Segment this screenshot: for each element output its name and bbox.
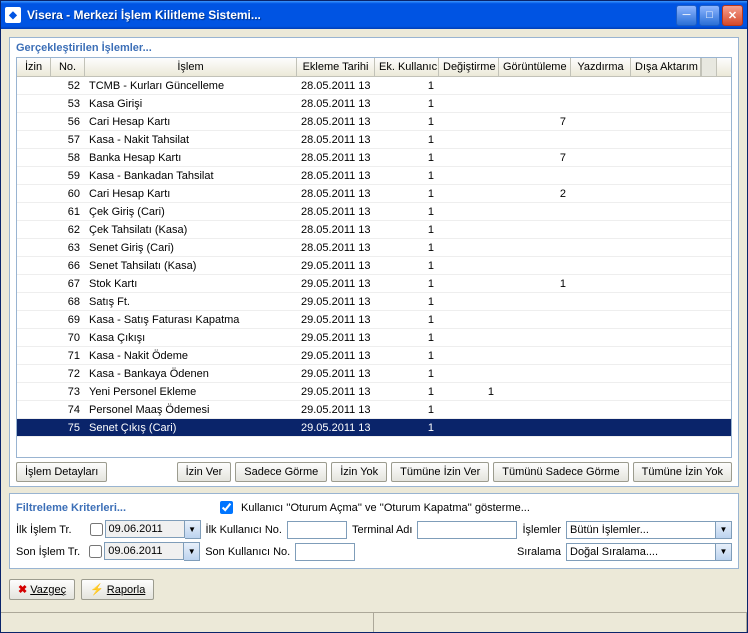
table-row[interactable]: 71Kasa - Nakit Ödeme29.05.2011 131 — [17, 347, 731, 365]
ops-grid: İzin No. İşlem Ekleme Tarihi Ek. Kullanı… — [16, 57, 732, 458]
last-user-input[interactable] — [295, 543, 355, 561]
table-row[interactable]: 73Yeni Personel Ekleme29.05.2011 1311 — [17, 383, 731, 401]
islemler-dropdown[interactable]: ▼ — [716, 521, 732, 539]
window-title: Visera - Merkezi İşlem Kilitleme Sistemi… — [27, 8, 676, 22]
allow-button[interactable]: İzin Ver — [177, 462, 232, 482]
col-header-ek[interactable]: Ek. Kullanıcı — [375, 58, 439, 76]
col-header-izin[interactable]: İzin — [17, 58, 51, 76]
table-row[interactable]: 57Kasa - Nakit Tahsilat28.05.2011 131 — [17, 131, 731, 149]
close-button[interactable]: ✕ — [722, 5, 743, 26]
table-row[interactable]: 53Kasa Girişi28.05.2011 131 — [17, 95, 731, 113]
table-row[interactable]: 56Cari Hesap Kartı28.05.2011 1317 — [17, 113, 731, 131]
bolt-icon: ⚡ — [90, 584, 104, 596]
table-row[interactable]: 63Senet Giriş (Cari)28.05.2011 131 — [17, 239, 731, 257]
last-date-input[interactable] — [104, 542, 184, 560]
col-header-islem[interactable]: İşlem — [85, 58, 297, 76]
table-row[interactable]: 62Çek Tahsilatı (Kasa)28.05.2011 131 — [17, 221, 731, 239]
table-row[interactable]: 72Kasa - Bankaya Ödenen29.05.2011 131 — [17, 365, 731, 383]
minimize-button[interactable]: ─ — [676, 5, 697, 26]
first-date-check[interactable] — [90, 523, 103, 536]
table-row[interactable]: 59Kasa - Bankadan Tahsilat28.05.2011 131 — [17, 167, 731, 185]
filter-title: Filtreleme Kriterleri... — [16, 502, 126, 514]
view-only-button[interactable]: Sadece Görme — [235, 462, 327, 482]
terminal-label: Terminal Adı — [352, 524, 413, 536]
app-icon: ◆ — [5, 7, 21, 23]
filter-panel: Filtreleme Kriterleri... Kullanıcı ''Otu… — [9, 493, 739, 569]
first-date-input[interactable] — [105, 520, 185, 538]
last-date-label: Son İşlem Tr. — [16, 546, 80, 558]
terminal-input[interactable] — [417, 521, 517, 539]
table-row[interactable]: 58Banka Hesap Kartı28.05.2011 1317 — [17, 149, 731, 167]
deny-button[interactable]: İzin Yok — [331, 462, 387, 482]
table-row[interactable]: 52TCMB - Kurları Güncelleme28.05.2011 13… — [17, 77, 731, 95]
siralama-combo[interactable] — [566, 543, 716, 561]
first-user-input[interactable] — [287, 521, 347, 539]
col-header-deg[interactable]: Değiştirme — [439, 58, 499, 76]
view-only-all-button[interactable]: Tümünü Sadece Görme — [493, 462, 628, 482]
table-row[interactable]: 68Satış Ft.29.05.2011 131 — [17, 293, 731, 311]
section-performed-ops-title: Gerçekleştirilen İşlemler... — [16, 42, 732, 54]
table-row[interactable]: 74Personel Maaş Ödemesi29.05.2011 131 — [17, 401, 731, 419]
detail-button[interactable]: İşlem Detayları — [16, 462, 107, 482]
grid-header: İzin No. İşlem Ekleme Tarihi Ek. Kullanı… — [17, 58, 731, 77]
x-icon: ✖ — [18, 584, 27, 596]
status-bar — [1, 612, 747, 632]
first-user-label: İlk Kullanıcı No. — [206, 524, 282, 536]
siralama-label: Sıralama — [517, 546, 561, 558]
first-date-label: İlk İşlem Tr. — [16, 524, 81, 536]
table-row[interactable]: 70Kasa Çıkışı29.05.2011 131 — [17, 329, 731, 347]
col-header-disa[interactable]: Dışa Aktarım — [631, 58, 701, 76]
allow-all-button[interactable]: Tümüne İzin Ver — [391, 462, 489, 482]
first-date-dropdown[interactable]: ▼ — [185, 520, 201, 539]
col-header-gor[interactable]: Görüntüleme — [499, 58, 571, 76]
window: ◆ Visera - Merkezi İşlem Kilitleme Siste… — [0, 0, 748, 633]
table-row[interactable]: 66Senet Tahsilatı (Kasa)29.05.2011 131 — [17, 257, 731, 275]
cancel-button[interactable]: ✖Vazgeç — [9, 579, 75, 600]
col-header-yaz[interactable]: Yazdırma — [571, 58, 631, 76]
table-row[interactable]: 60Cari Hesap Kartı28.05.2011 1312 — [17, 185, 731, 203]
titlebar: ◆ Visera - Merkezi İşlem Kilitleme Siste… — [1, 1, 747, 29]
hide-login-checkbox[interactable] — [220, 501, 233, 514]
deny-all-button[interactable]: Tümüne İzin Yok — [633, 462, 732, 482]
last-date-check[interactable] — [89, 545, 102, 558]
col-header-no[interactable]: No. — [51, 58, 85, 76]
table-row[interactable]: 67Stok Kartı29.05.2011 1311 — [17, 275, 731, 293]
last-user-label: Son Kullanıcı No. — [205, 546, 290, 558]
islemler-combo[interactable] — [566, 521, 716, 539]
col-header-tarih[interactable]: Ekleme Tarihi — [297, 58, 375, 76]
last-date-dropdown[interactable]: ▼ — [184, 542, 200, 561]
maximize-button[interactable]: □ — [699, 5, 720, 26]
siralama-dropdown[interactable]: ▼ — [716, 543, 732, 561]
report-button[interactable]: ⚡Raporla — [81, 579, 154, 600]
table-row[interactable]: 69Kasa - Satış Faturası Kapatma29.05.201… — [17, 311, 731, 329]
table-row[interactable]: 61Çek Giriş (Cari)28.05.2011 131 — [17, 203, 731, 221]
islemler-label: İşlemler — [522, 524, 561, 536]
grid-body[interactable]: 52TCMB - Kurları Güncelleme28.05.2011 13… — [17, 77, 731, 457]
table-row[interactable]: 75Senet Çıkış (Cari)29.05.2011 131 — [17, 419, 731, 437]
hide-login-label: Kullanıcı ''Oturum Açma'' ve ''Oturum Ka… — [241, 502, 530, 514]
